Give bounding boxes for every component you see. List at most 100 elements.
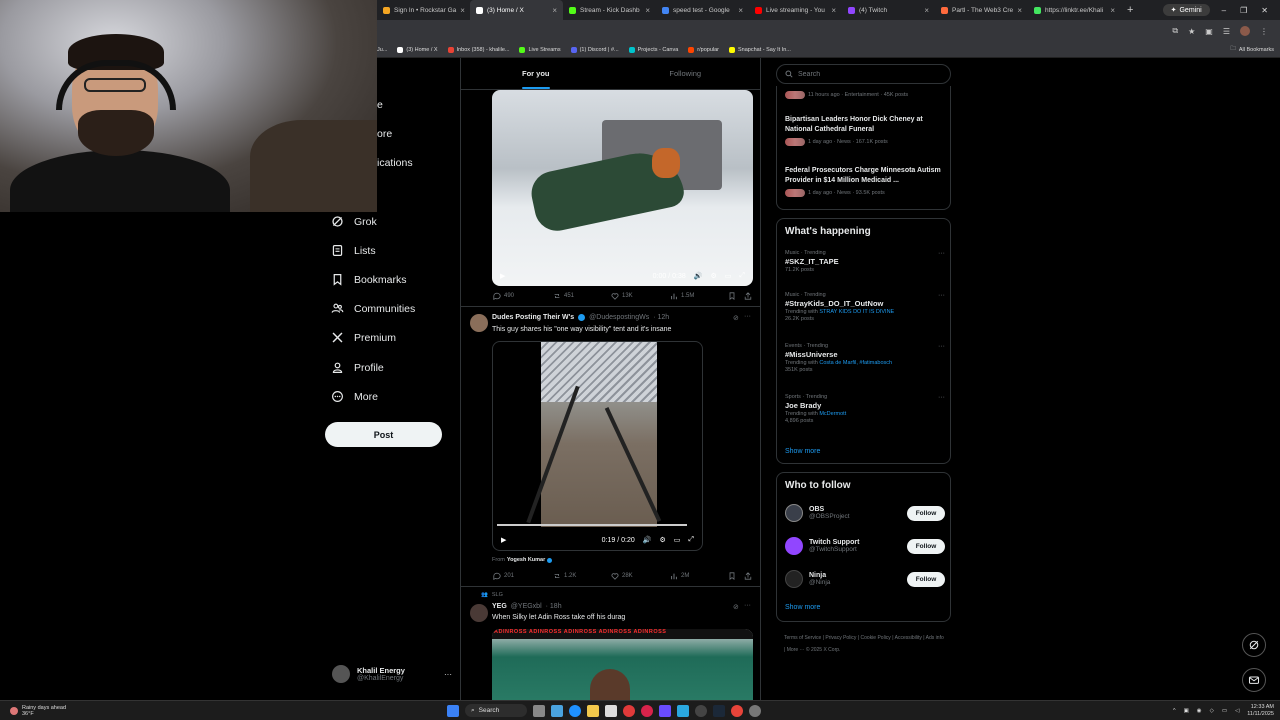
tray-app-icon[interactable]: ◉ bbox=[1197, 708, 1202, 714]
trend-item[interactable]: Music · Trending #SKZ_IT_TAPE 71.2K post… bbox=[785, 250, 945, 273]
tab-close-icon[interactable]: × bbox=[1110, 6, 1115, 15]
tab-close-icon[interactable]: × bbox=[552, 6, 557, 15]
pip-icon[interactable]: ▭ bbox=[674, 536, 681, 544]
show-more-follow[interactable]: Show more bbox=[785, 604, 820, 611]
fullscreen-icon[interactable]: ⤢ bbox=[739, 272, 745, 280]
browser-tab[interactable]: (3) Home / X × bbox=[470, 0, 563, 20]
browser-tab[interactable]: (4) Twitch × bbox=[842, 0, 935, 20]
trend-item[interactable]: Sports · Trending Joe Brady Trending wit… bbox=[785, 394, 945, 424]
taskbar-search[interactable]: ⌕ Search bbox=[465, 704, 527, 717]
news-item[interactable]: Bipartisan Leaders Honor Dick Cheney at … bbox=[785, 115, 945, 146]
file-explorer-icon[interactable] bbox=[587, 704, 599, 717]
nav-partial-explore[interactable]: ore bbox=[377, 128, 392, 140]
like-button[interactable]: 28K bbox=[611, 572, 633, 580]
close-window-button[interactable]: ✕ bbox=[1261, 6, 1268, 15]
nav-item-lists[interactable]: Lists bbox=[331, 244, 376, 257]
tab-close-icon[interactable]: × bbox=[738, 6, 743, 15]
news-item[interactable]: Federal Prosecutors Charge Minnesota Aut… bbox=[785, 166, 945, 197]
settings-icon[interactable]: ⚙ bbox=[659, 536, 665, 544]
views-button[interactable]: 2M bbox=[670, 572, 689, 580]
trend-with-link[interactable]: STRAY KIDS DO IT IS DIVINE bbox=[819, 309, 894, 315]
messages-button[interactable] bbox=[1242, 668, 1266, 692]
tray-chevron-icon[interactable]: ^ bbox=[1173, 708, 1176, 714]
tab-for-you[interactable]: For you bbox=[461, 58, 611, 89]
browser-tab[interactable]: Partl - The Web3 Cre × bbox=[935, 0, 1028, 20]
search-bar[interactable] bbox=[776, 64, 951, 84]
bookmark-tweet-button[interactable] bbox=[728, 572, 736, 580]
store-icon[interactable] bbox=[605, 704, 617, 717]
tab-close-icon[interactable]: × bbox=[1017, 6, 1022, 15]
account-menu-icon[interactable]: ··· bbox=[444, 670, 452, 679]
views-button[interactable]: 1.5M bbox=[670, 292, 694, 300]
tweet-author-handle[interactable]: @YEGxbl bbox=[511, 603, 542, 610]
footer-link[interactable]: Privacy Policy bbox=[825, 635, 856, 641]
news-item[interactable]: 11 hours ago · Entertainment · 45K posts bbox=[785, 88, 945, 99]
app-icon[interactable] bbox=[659, 704, 671, 717]
bookmark-tweet-button[interactable] bbox=[728, 292, 736, 300]
profile-avatar-icon[interactable] bbox=[1240, 26, 1250, 36]
footer-link[interactable]: Terms of Service bbox=[784, 635, 821, 641]
follow-suggestion[interactable]: OBS @OBSProject Follow bbox=[785, 504, 945, 522]
avatar[interactable] bbox=[470, 314, 488, 332]
restore-button[interactable]: ❐ bbox=[1240, 6, 1247, 15]
video-progress-bar[interactable] bbox=[497, 524, 687, 526]
footer-link[interactable]: Cookie Policy bbox=[861, 635, 891, 641]
browser-tab[interactable]: Live streaming - You × bbox=[749, 0, 842, 20]
tweet-video[interactable]: ▶ 0:19 / 0:20 🔊 ⚙ ▭ ⤢ bbox=[492, 341, 703, 551]
browser-menu-icon[interactable]: ⋮ bbox=[1260, 27, 1268, 36]
bookmark-item[interactable]: r/popular bbox=[688, 46, 719, 53]
bookmark-item[interactable]: (3) Home / X bbox=[397, 46, 438, 53]
side-panel-icon[interactable]: ▣ bbox=[1205, 27, 1213, 36]
app-icon[interactable] bbox=[641, 704, 653, 717]
tweet-time[interactable]: · 18h bbox=[546, 603, 562, 610]
nav-partial-notifications[interactable]: ications bbox=[377, 157, 413, 169]
windows-start-icon[interactable] bbox=[447, 704, 459, 717]
new-tab-button[interactable]: + bbox=[1121, 4, 1139, 16]
follow-button[interactable]: Follow bbox=[907, 505, 945, 521]
bookmark-item[interactable]: Snapchat - Say It In... bbox=[729, 46, 791, 53]
tweet-author-name[interactable]: Dudes Posting Their W's bbox=[492, 314, 574, 321]
follow-button[interactable]: Follow bbox=[907, 571, 945, 587]
volume-icon[interactable]: 🔊 bbox=[643, 536, 652, 544]
nav-item-bookmarks[interactable]: Bookmarks bbox=[331, 273, 407, 286]
task-view-icon[interactable] bbox=[533, 704, 545, 717]
tweet-video[interactable]: ADINROSS ADINROSS ADINROSS ADINROSS ADIN… bbox=[492, 629, 753, 700]
follow-suggestion[interactable]: Ninja @Ninja Follow bbox=[785, 570, 945, 588]
tweet-time[interactable]: · 12h bbox=[653, 314, 669, 321]
fullscreen-icon[interactable]: ⤢ bbox=[688, 536, 694, 544]
reply-button[interactable]: 490 bbox=[493, 292, 514, 300]
clock[interactable]: 12:33 AM 11/11/2025 bbox=[1247, 704, 1274, 718]
app-icon[interactable] bbox=[623, 704, 635, 717]
social-context-label[interactable]: SLG bbox=[492, 592, 503, 598]
follow-suggestion[interactable]: Twitch Support @TwitchSupport Follow bbox=[785, 537, 945, 555]
tab-following[interactable]: Following bbox=[611, 58, 761, 89]
nav-item-profile[interactable]: Profile bbox=[331, 361, 384, 374]
network-icon[interactable]: ◇ bbox=[1210, 708, 1214, 714]
browser-tab[interactable]: speed test - Google × bbox=[656, 0, 749, 20]
weather-widget[interactable]: Rainy days ahead 36°F bbox=[0, 705, 66, 717]
trend-with-link[interactable]: Costa de Marfil, #fatimabosch bbox=[819, 360, 892, 366]
bookmark-item[interactable]: Inbox (358) - khalile... bbox=[447, 46, 509, 53]
all-bookmarks-button[interactable]: 🗀 All Bookmarks bbox=[1230, 45, 1280, 54]
share-button[interactable] bbox=[744, 292, 752, 300]
tweet-more-icon[interactable]: ··· bbox=[744, 313, 751, 320]
tab-close-icon[interactable]: × bbox=[831, 6, 836, 15]
trend-item[interactable]: Music · Trending #StrayKids_DO_IT_OutNow… bbox=[785, 292, 945, 322]
grok-explain-icon[interactable]: ⊘ bbox=[733, 603, 739, 611]
star-bookmark-icon[interactable]: ★ bbox=[1188, 27, 1195, 36]
bookmark-item[interactable]: (1) Discord | #... bbox=[570, 46, 619, 53]
tab-close-icon[interactable]: × bbox=[645, 6, 650, 15]
minimize-button[interactable]: – bbox=[1222, 6, 1226, 15]
volume-icon[interactable]: 🔊 bbox=[694, 272, 703, 280]
obs-icon[interactable] bbox=[695, 704, 707, 717]
reply-button[interactable]: 201 bbox=[493, 572, 514, 580]
nav-item-more[interactable]: More bbox=[331, 390, 378, 403]
trend-more-icon[interactable]: ··· bbox=[938, 343, 945, 350]
volume-icon[interactable]: ◁ bbox=[1235, 708, 1239, 714]
pip-icon[interactable]: ▭ bbox=[725, 272, 732, 280]
tweet-author-handle[interactable]: @DudespostingWs bbox=[589, 314, 649, 321]
avatar[interactable] bbox=[470, 604, 488, 622]
play-icon[interactable]: ▶ bbox=[501, 536, 506, 544]
footer-link[interactable]: Ads info bbox=[926, 635, 944, 641]
reading-list-icon[interactable]: ☰ bbox=[1223, 27, 1230, 36]
